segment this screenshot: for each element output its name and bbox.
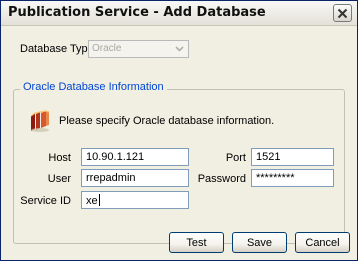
close-button[interactable] <box>333 4 352 22</box>
service-id-input[interactable]: xe <box>81 191 189 209</box>
chevron-down-icon[interactable] <box>172 42 187 56</box>
database-type-select[interactable]: Oracle <box>88 40 189 58</box>
text-caret <box>98 194 100 206</box>
service-id-value: xe <box>86 194 100 207</box>
dialog-window: Publication Service - Add Database Datab… <box>0 0 358 261</box>
database-type-value: Oracle <box>92 43 122 54</box>
service-id-text: xe <box>86 195 98 207</box>
title-bar: Publication Service - Add Database <box>1 1 357 26</box>
host-input[interactable]: 10.90.1.121 <box>81 148 189 166</box>
password-input[interactable]: ********* <box>251 169 334 187</box>
dialog-body: Database Type Oracle Oracle Database Inf… <box>1 26 357 260</box>
group-message: Please specify Oracle database informati… <box>59 115 275 127</box>
user-input[interactable]: rrepadmin <box>81 169 189 187</box>
port-label: Port <box>225 152 246 164</box>
host-label: Host <box>48 152 71 164</box>
group-legend: Oracle Database Information <box>20 81 167 93</box>
test-button[interactable]: Test <box>169 232 224 253</box>
cancel-button[interactable]: Cancel <box>295 232 350 253</box>
port-input[interactable]: 1521 <box>251 148 334 166</box>
close-icon <box>337 4 348 23</box>
user-value: rrepadmin <box>86 172 136 184</box>
password-label: Password <box>197 173 246 185</box>
window-title: Publication Service - Add Database <box>8 5 266 20</box>
save-button[interactable]: Save <box>232 232 287 253</box>
port-value: 1521 <box>256 151 281 163</box>
database-stack-icon <box>28 109 52 133</box>
user-label: User <box>47 173 71 185</box>
oracle-info-group <box>13 89 345 244</box>
host-value: 10.90.1.121 <box>86 151 145 163</box>
database-type-label: Database Type <box>20 43 94 55</box>
service-id-label: Service ID <box>20 195 71 207</box>
password-value: ********* <box>256 172 295 184</box>
